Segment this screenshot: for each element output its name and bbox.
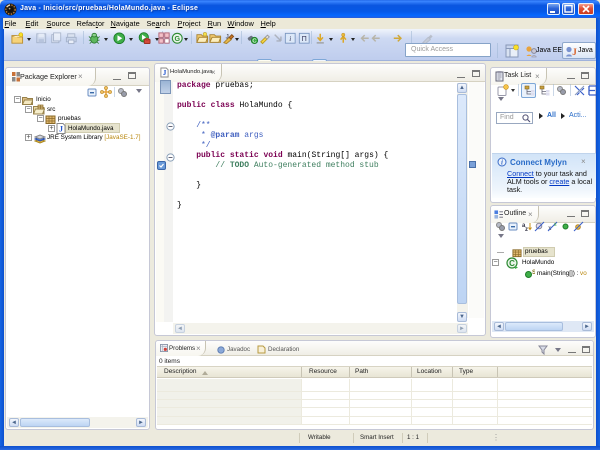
svg-text:z: z [525,227,528,232]
svg-text:C: C [252,39,256,45]
svg-text:J: J [163,69,167,77]
svg-text:J: J [226,33,229,40]
svg-text:S: S [532,270,535,276]
svg-text:Π: Π [302,35,307,43]
svg-text:i: i [501,159,503,167]
svg-text:J: J [572,47,577,57]
svg-text:i: i [289,35,291,43]
svg-text:J: J [59,125,63,134]
svg-text:C: C [509,259,515,268]
svg-text:G: G [174,35,180,43]
